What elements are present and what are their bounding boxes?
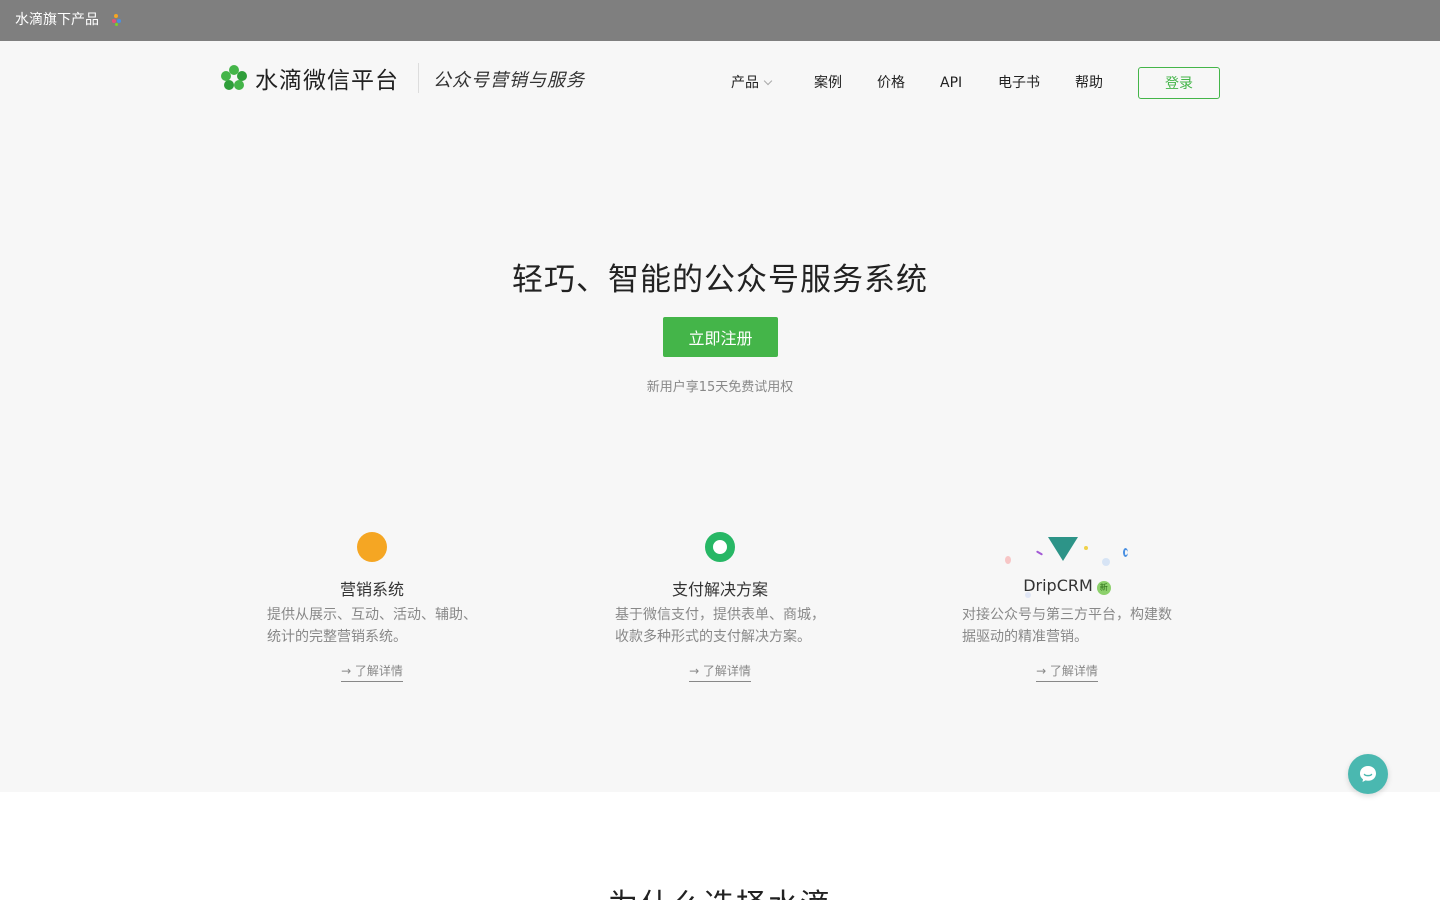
register-button[interactable]: 立即注册 xyxy=(663,317,778,357)
logo-divider xyxy=(418,63,419,93)
confetti-decoration-icon xyxy=(1035,550,1044,556)
nav-ebook[interactable]: 电子书 xyxy=(998,75,1040,91)
learn-more-link[interactable]: → 了解详情 xyxy=(689,662,751,682)
nav-help[interactable]: 帮助 xyxy=(1075,75,1103,91)
confetti-decoration-icon xyxy=(1123,548,1128,557)
nav-pricing[interactable]: 价格 xyxy=(877,75,905,91)
login-button[interactable]: 登录 xyxy=(1138,67,1220,99)
top-product-bar: 水滴旗下产品 xyxy=(0,0,1440,41)
nav-cases[interactable]: 案例 xyxy=(814,75,842,91)
learn-more-link[interactable]: → 了解详情 xyxy=(1036,662,1098,682)
why-title: 为什么选择水滴 xyxy=(0,880,1440,900)
nav-products[interactable]: 产品 xyxy=(731,75,773,91)
feature-description: 对接公众号与第三方平台，构建数据驱动的精准营销。 xyxy=(962,607,1172,645)
feature-title: 支付解决方案 xyxy=(671,580,768,599)
logo-text: 水滴微信平台 xyxy=(255,68,399,94)
feature-description: 基于微信支付，提供表单、商城，收款多种形式的支付解决方案。 xyxy=(615,607,825,645)
confetti-decoration-icon xyxy=(1102,558,1110,566)
feature-marketing: 营销系统 提供从展示、互动、活动、辅助、统计的完整营销系统。 → 了解详情 xyxy=(262,530,482,682)
site-logo[interactable]: 水滴微信平台 xyxy=(220,62,399,94)
chat-support-button[interactable] xyxy=(1348,754,1388,794)
why-section: 为什么选择水滴 xyxy=(0,792,1440,900)
chat-icon xyxy=(1360,766,1376,782)
hero-title: 轻巧、智能的公众号服务系统 xyxy=(512,262,928,298)
trial-note: 新用户享15天免费试用权 xyxy=(646,380,794,395)
feature-title-text: DripCRM xyxy=(1023,576,1093,595)
new-badge: 新 xyxy=(1096,581,1111,595)
feature-title: DripCRM 新 xyxy=(957,576,1177,598)
header-slogan: 公众号营销与服务 xyxy=(433,70,585,91)
nav-products-label: 产品 xyxy=(731,75,759,91)
feature-payment: 支付解决方案 基于微信支付，提供表单、商城，收款多种形式的支付解决方案。 → 了… xyxy=(610,530,830,682)
learn-more-link[interactable]: → 了解详情 xyxy=(341,662,403,682)
teal-triangle-icon xyxy=(1048,537,1078,561)
green-ring-icon xyxy=(705,532,735,562)
feature-description: 提供从展示、互动、活动、辅助、统计的完整营销系统。 xyxy=(267,607,477,645)
nav-api[interactable]: API xyxy=(940,75,962,91)
confetti-decoration-icon xyxy=(1005,556,1011,564)
feature-dripcrm: DripCRM 新 对接公众号与第三方平台，构建数据驱动的精准营销。 → 了解详情 xyxy=(957,530,1177,682)
droplet-flower-logo-icon xyxy=(221,65,247,90)
products-family-label[interactable]: 水滴旗下产品 xyxy=(15,11,99,29)
orange-circle-icon xyxy=(357,532,387,562)
confetti-decoration-icon xyxy=(1084,546,1088,550)
site-header: 水滴微信平台 公众号营销与服务 产品 案例 价格 API 电子书 帮助 登录 xyxy=(0,41,1440,121)
colorful-dots-icon[interactable] xyxy=(112,14,122,26)
feature-title: 营销系统 xyxy=(339,580,404,599)
chevron-down-icon xyxy=(763,76,773,86)
